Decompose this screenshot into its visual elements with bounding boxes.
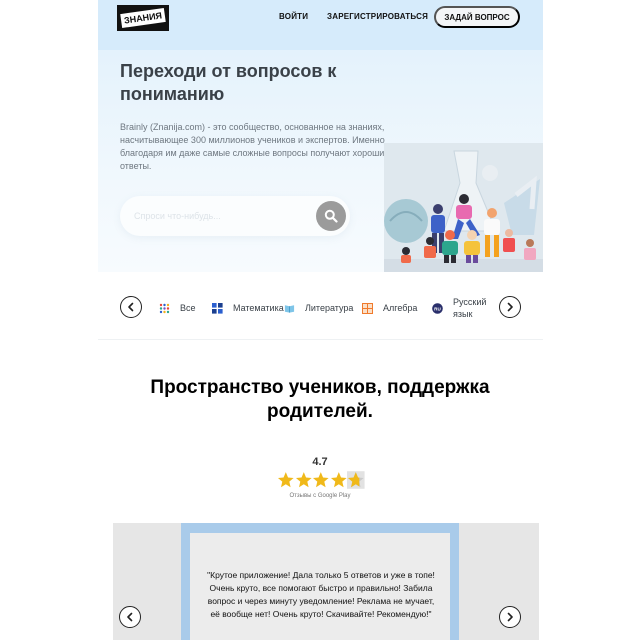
review-card: "Крутое приложение! Дала только 5 ответо… <box>190 533 450 640</box>
math-icon <box>212 302 223 314</box>
star-half-icon <box>347 471 365 489</box>
subject-all[interactable]: Все <box>159 298 196 318</box>
subject-label: Литература <box>305 303 354 313</box>
search-input[interactable] <box>134 207 304 225</box>
subject-label: Алгебра <box>383 303 418 313</box>
chevron-right-icon <box>507 302 513 312</box>
top-header: ЗНАНИЯ ВОЙТИ ЗАРЕГИСТРИРОВАТЬСЯ ЗАДАЙ ВО… <box>98 0 543 50</box>
chevron-left-icon <box>128 302 134 312</box>
subjects-prev-button[interactable] <box>120 296 142 318</box>
star-icon <box>330 472 347 488</box>
subject-math[interactable]: Математика <box>212 298 284 318</box>
community-title: Пространство учеников, поддержка родител… <box>150 377 490 422</box>
algebra-icon <box>362 302 373 314</box>
logo-text: ЗНАНИЯ <box>120 8 166 28</box>
register-link[interactable]: ЗАРЕГИСТРИРОВАТЬСЯ <box>327 12 428 21</box>
russian-language-icon: RU <box>432 302 443 314</box>
subject-literature[interactable]: Литература <box>284 298 353 318</box>
subject-algebra[interactable]: Алгебра <box>362 298 417 318</box>
subject-label: Русский язык <box>453 297 487 319</box>
subjects-next-button[interactable] <box>499 296 521 318</box>
russian-badge-text: RU <box>434 306 441 311</box>
review-frame: "Крутое приложение! Дала только 5 ответо… <box>181 523 459 640</box>
hero-description: Brainly (Znanija.com) - это сообщество, … <box>120 122 390 171</box>
reviews-prev-button[interactable] <box>119 606 141 628</box>
search-button[interactable] <box>316 201 346 231</box>
chevron-right-icon <box>507 612 513 622</box>
subjects-carousel: Все Математика Литература Алгебра RU Рус… <box>98 280 543 340</box>
search-box <box>120 196 350 236</box>
znanija-logo[interactable]: ЗНАНИЯ <box>117 5 169 31</box>
rating-source: Отзывы с Google Play <box>289 493 351 499</box>
star-icon <box>295 472 312 488</box>
rating-value: 4.7 <box>312 456 328 468</box>
page: ЗНАНИЯ ВОЙТИ ЗАРЕГИСТРИРОВАТЬСЯ ЗАДАЙ ВО… <box>0 0 640 640</box>
star-icon <box>313 472 329 488</box>
subject-label: Математика <box>233 303 284 313</box>
rating-stars <box>277 471 365 489</box>
subject-label: Все <box>180 303 196 313</box>
literature-icon <box>284 303 295 314</box>
subject-russian[interactable]: RU Русский язык <box>432 297 493 319</box>
reviews-carousel: "Крутое приложение! Дала только 5 ответо… <box>113 523 539 640</box>
login-link[interactable]: ВОЙТИ <box>279 12 308 21</box>
star-icon <box>277 472 294 488</box>
review-text: "Крутое приложение! Дала только 5 ответо… <box>207 570 435 619</box>
all-subjects-icon <box>159 303 170 314</box>
search-icon <box>324 209 338 223</box>
reviews-next-button[interactable] <box>499 606 521 628</box>
ask-question-button[interactable]: ЗАДАЙ ВОПРОС <box>434 6 520 28</box>
chevron-left-icon <box>127 612 133 622</box>
hero-section: Переходи от вопросов к пониманию Brainly… <box>98 50 543 272</box>
students-illustration <box>384 143 543 272</box>
hero-title: Переходи от вопросов к пониманию <box>120 61 337 104</box>
